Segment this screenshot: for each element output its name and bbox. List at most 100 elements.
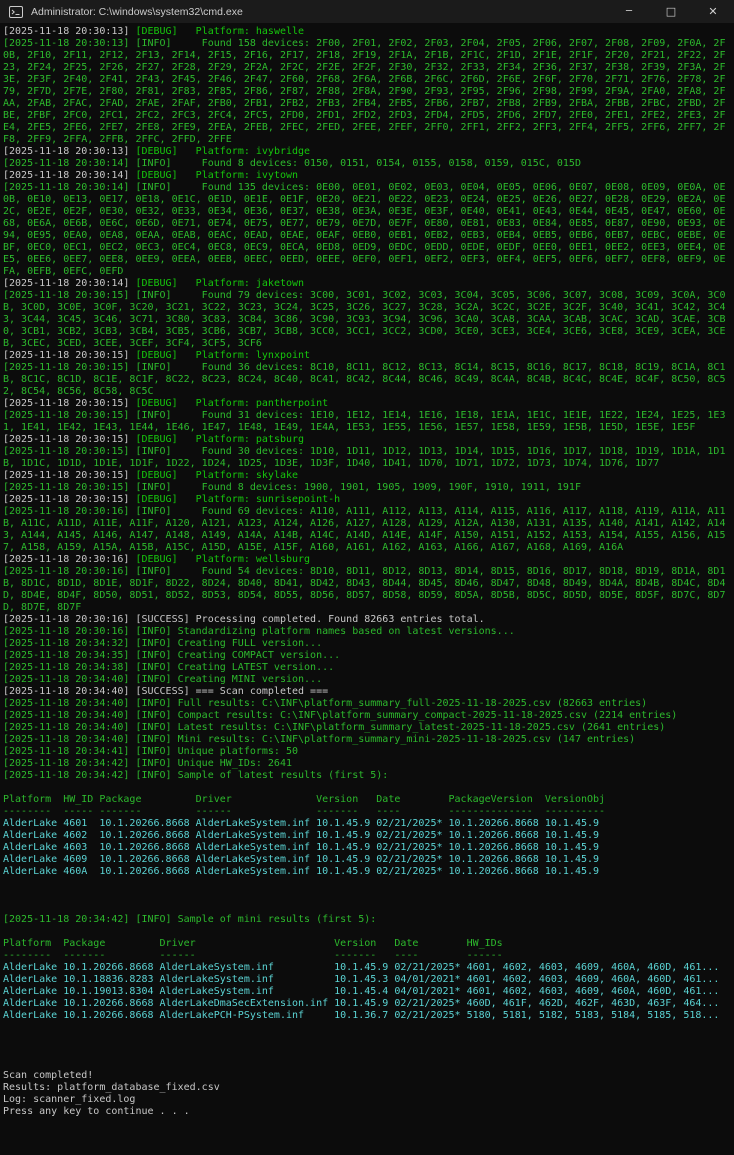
console-line: E5, 0EE6, 0EE7, 0EE8, 0EE9, 0EEA, 0EEB, … (3, 254, 734, 266)
close-button[interactable]: ✕ (692, 0, 734, 23)
console-text-segment: Platform: skylake (178, 470, 298, 481)
console-text-segment: [2025-11-18 20:34:32] [INFO] Creating FU… (3, 638, 322, 649)
console-line: [2025-11-18 20:30:16] [INFO] Found 69 de… (3, 506, 734, 518)
console-text-segment: [DEBUG] (135, 278, 177, 289)
console-text-segment: Platform: ivytown (178, 170, 298, 181)
console-text-segment: [2025-11-18 20:30:13] [INFO] Found 158 d… (3, 38, 725, 49)
console-text-segment: -------- ----- ------- ------ ------- --… (3, 806, 605, 817)
console-text-segment: 23, 2F24, 2F25, 2F26, 2F27, 2F28, 2F29, … (3, 62, 725, 73)
console-line: [2025-11-18 20:34:40] [INFO] Creating MI… (3, 674, 734, 686)
cmd-window: Administrator: C:\windows\system32\cmd.e… (0, 0, 734, 1155)
console-text-segment: [2025-11-18 20:34:42] [INFO] Sample of l… (3, 770, 388, 781)
console-text-segment: [2025-11-18 20:34:40] [INFO] Full result… (3, 698, 647, 709)
console-text-segment: F8, 2FF9, 2FFA, 2FFB, 2FFC, 2FFD, 2FFE (3, 134, 232, 145)
console-line: E4, 2FE5, 2FE6, 2FE7, 2FE8, 2FE9, 2FEA, … (3, 122, 734, 134)
window-titlebar[interactable]: Administrator: C:\windows\system32\cmd.e… (0, 0, 734, 23)
console-text-segment: [2025-11-18 20:30:15] [INFO] Found 30 de… (3, 446, 725, 457)
console-line: -------- ----- ------- ------ ------- --… (3, 806, 734, 818)
console-line: [2025-11-18 20:34:42] [INFO] Sample of l… (3, 770, 734, 782)
console-line: 3E, 2F3F, 2F40, 2F41, 2F43, 2F45, 2F46, … (3, 74, 734, 86)
console-text-segment: Platform HW_ID Package Driver Version Da… (3, 794, 605, 805)
console-line: B, 3C0D, 3C0E, 3C0F, 3C20, 3C21, 3C22, 3… (3, 302, 734, 314)
console-text-segment: AA, 2FAB, 2FAC, 2FAD, 2FAE, 2FAF, 2FB0, … (3, 98, 725, 109)
console-text-segment: [2025-11-18 20:34:40] [SUCCESS] === Scan… (3, 686, 328, 697)
console-text-segment: B, 3C0D, 3C0E, 3C0F, 3C20, 3C21, 3C22, 3… (3, 302, 725, 313)
console-text-segment: B, 8D1C, 8D1D, 8D1E, 8D1F, 8D22, 8D24, 8… (3, 578, 725, 589)
console-line: -------- ------- ------ ------- ---- ---… (3, 950, 734, 962)
console-text-segment: AlderLake 10.1.19013.8304 AlderLakeSyste… (3, 986, 719, 997)
console-line: 0B, 2F10, 2F11, 2F12, 2F13, 2F14, 2F15, … (3, 50, 734, 62)
console-text-segment: AlderLake 10.1.20266.8668 AlderLakeDmaSe… (3, 998, 719, 1009)
console-line: [2025-11-18 20:30:13] [INFO] Found 158 d… (3, 38, 734, 50)
console-line: [2025-11-18 20:30:13] [DEBUG] Platform: … (3, 26, 734, 38)
console-text-segment: [2025-11-18 20:34:40] [INFO] Latest resu… (3, 722, 665, 733)
window-title: Administrator: C:\windows\system32\cmd.e… (31, 6, 608, 18)
console-line: [2025-11-18 20:34:40] [INFO] Latest resu… (3, 722, 734, 734)
console-line: AlderLake 4601 10.1.20266.8668 AlderLake… (3, 818, 734, 830)
console-line: [2025-11-18 20:30:15] [INFO] Found 36 de… (3, 362, 734, 374)
console-line: 7, A158, A159, A15A, A15B, A15C, A15D, A… (3, 542, 734, 554)
console-text-segment: [2025-11-18 20:30:15] [INFO] Found 79 de… (3, 290, 725, 301)
console-text-segment: B, 3CEC, 3CED, 3CEE, 3CEF, 3CF4, 3CF5, 3… (3, 338, 262, 349)
console-text-segment: AlderLake 460A 10.1.20266.8668 AlderLake… (3, 866, 599, 877)
console-text-segment: AlderLake 4601 10.1.20266.8668 AlderLake… (3, 818, 599, 829)
console-line: 68, 0E6A, 0E6B, 0E6C, 0E6D, 0E71, 0E74, … (3, 218, 734, 230)
console-text-segment: D, 8D7E, 8D7F (3, 602, 81, 613)
console-text-segment: [2025-11-18 20:30:15] (3, 494, 135, 505)
console-line: AlderLake 4609 10.1.20266.8668 AlderLake… (3, 854, 734, 866)
console-text-segment: [2025-11-18 20:30:15] (3, 434, 135, 445)
console-text-segment: [DEBUG] (135, 494, 177, 505)
console-line: [2025-11-18 20:30:15] [DEBUG] Platform: … (3, 470, 734, 482)
console-line: 3, 3C44, 3C45, 3C46, 3C71, 3C80, 3C83, 3… (3, 314, 734, 326)
console-line: 23, 2F24, 2F25, 2F26, 2F27, 2F28, 2F29, … (3, 62, 734, 74)
console-text-segment: 94, 0E95, 0EA0, 0EA8, 0EAA, 0EAB, 0EAC, … (3, 230, 725, 241)
console-text-segment: 0B, 0E10, 0E13, 0E17, 0E18, 0E1C, 0E1D, … (3, 194, 725, 205)
console-line: [2025-11-18 20:30:13] [DEBUG] Platform: … (3, 146, 734, 158)
console-text-segment: [2025-11-18 20:30:13] (3, 26, 135, 37)
minimize-button[interactable]: ─ (608, 0, 650, 23)
console-text-segment: 3E, 2F3F, 2F40, 2F41, 2F43, 2F45, 2F46, … (3, 74, 725, 85)
console-text-segment: AlderLake 10.1.18836.8283 AlderLakeSyste… (3, 974, 719, 985)
console-text-segment: [2025-11-18 20:30:15] [INFO] Found 8 dev… (3, 482, 581, 493)
console-line: [2025-11-18 20:30:16] [INFO] Standardizi… (3, 626, 734, 638)
console-line: 0B, 0E10, 0E13, 0E17, 0E18, 0E1C, 0E1D, … (3, 194, 734, 206)
console-text-segment: AlderLake 10.1.20266.8668 AlderLakeSyste… (3, 962, 719, 973)
console-text-segment: [DEBUG] (135, 26, 177, 37)
console-text-segment: [2025-11-18 20:30:16] [INFO] Found 69 de… (3, 506, 725, 517)
console-text-segment: 2C, 0E2E, 0E2F, 0E30, 0E32, 0E33, 0E34, … (3, 206, 725, 217)
console-text-segment: Log: scanner_fixed.log (3, 1094, 135, 1105)
console-text-segment: E4, 2FE5, 2FE6, 2FE7, 2FE8, 2FE9, 2FEA, … (3, 122, 725, 133)
console-text-segment: B, 8C1C, 8C1D, 8C1E, 8C1F, 8C22, 8C23, 8… (3, 374, 725, 385)
console-text-segment: [DEBUG] (135, 434, 177, 445)
console-line: F8, 2FF9, 2FFA, 2FFB, 2FFC, 2FFD, 2FFE (3, 134, 734, 146)
console-line: AlderLake 10.1.18836.8283 AlderLakeSyste… (3, 974, 734, 986)
console-output[interactable]: [2025-11-18 20:30:13] [DEBUG] Platform: … (0, 23, 734, 1155)
window-controls: ─ □ ✕ (608, 0, 734, 23)
console-line: [2025-11-18 20:30:15] [DEBUG] Platform: … (3, 350, 734, 362)
console-line: [2025-11-18 20:34:40] [INFO] Mini result… (3, 734, 734, 746)
console-line (3, 1022, 734, 1034)
console-text-segment: [2025-11-18 20:34:42] [INFO] Sample of m… (3, 914, 376, 925)
maximize-button[interactable]: □ (650, 0, 692, 23)
console-text-segment: Platform: lynxpoint (178, 350, 310, 361)
console-text-segment: [2025-11-18 20:30:13] (3, 146, 135, 157)
console-line: BE, 2FBF, 2FC0, 2FC1, 2FC2, 2FC3, 2FC4, … (3, 110, 734, 122)
console-text-segment: [2025-11-18 20:34:42] [INFO] Unique HW_I… (3, 758, 292, 769)
console-line: AlderLake 10.1.19013.8304 AlderLakeSyste… (3, 986, 734, 998)
console-line: B, 1D1C, 1D1D, 1D1E, 1D1F, 1D22, 1D24, 1… (3, 458, 734, 470)
console-line: Press any key to continue . . . (3, 1106, 734, 1118)
console-line: [2025-11-18 20:30:16] [DEBUG] Platform: … (3, 554, 734, 566)
console-text-segment: -------- ------- ------ ------- ---- ---… (3, 950, 503, 961)
console-text-segment: Scan completed! (3, 1070, 93, 1081)
console-text-segment: [2025-11-18 20:34:40] [INFO] Compact res… (3, 710, 677, 721)
console-line: [2025-11-18 20:34:40] [INFO] Full result… (3, 698, 734, 710)
console-text-segment: 7, A158, A159, A15A, A15B, A15C, A15D, A… (3, 542, 623, 553)
console-line (3, 890, 734, 902)
console-text-segment: Platform: pantherpoint (178, 398, 329, 409)
console-text-segment: 1, 1E41, 1E42, 1E43, 1E44, 1E46, 1E47, 1… (3, 422, 695, 433)
console-line: B, A11C, A11D, A11E, A11F, A120, A121, A… (3, 518, 734, 530)
console-text-segment: [2025-11-18 20:30:15] [INFO] Found 31 de… (3, 410, 725, 421)
console-line (3, 1034, 734, 1046)
console-text-segment: 3, A144, A145, A146, A147, A148, A149, A… (3, 530, 725, 541)
console-text-segment: [2025-11-18 20:30:15] (3, 350, 135, 361)
